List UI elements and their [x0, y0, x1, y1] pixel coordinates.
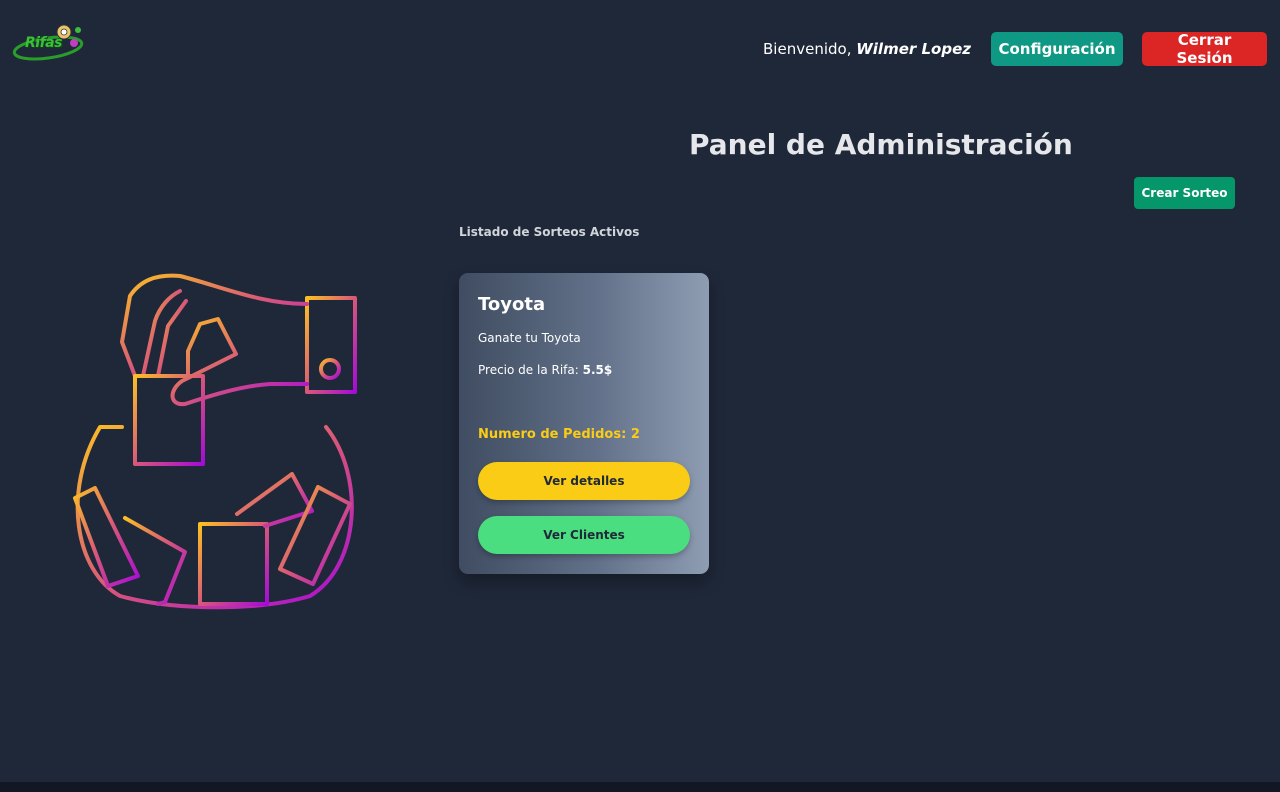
footer-bar [0, 782, 1280, 792]
settings-button[interactable]: Configuración [991, 32, 1123, 66]
view-details-button[interactable]: Ver detalles [478, 462, 690, 500]
page-title: Panel de Administración [689, 128, 1073, 161]
raffle-price-label: Precio de la Rifa: [478, 363, 583, 377]
user-name: Wilmer Lopez [856, 40, 971, 58]
section-label: Listado de Sorteos Activos [459, 225, 640, 239]
raffle-card: Toyota Ganate tu Toyota Precio de la Rif… [459, 273, 709, 574]
raffle-price-value: 5.5$ [582, 363, 613, 377]
create-raffle-button[interactable]: Crear Sorteo [1134, 177, 1235, 209]
raffle-description: Ganate tu Toyota [478, 331, 581, 345]
app-logo[interactable]: Rifas [12, 22, 88, 66]
raffle-orders-count: Numero de Pedidos: 2 [478, 427, 640, 442]
raffle-price: Precio de la Rifa: 5.5$ [478, 363, 612, 377]
welcome-prefix: Bienvenido, [763, 40, 857, 58]
logo-text: Rifas [25, 35, 62, 51]
raffle-title: Toyota [478, 294, 546, 315]
logout-button[interactable]: Cerrar Sesión [1142, 31, 1267, 67]
welcome-message: Bienvenido, Wilmer Lopez [763, 40, 971, 58]
view-clients-button[interactable]: Ver Clientes [478, 516, 690, 554]
raffle-illustration-icon [73, 273, 357, 610]
